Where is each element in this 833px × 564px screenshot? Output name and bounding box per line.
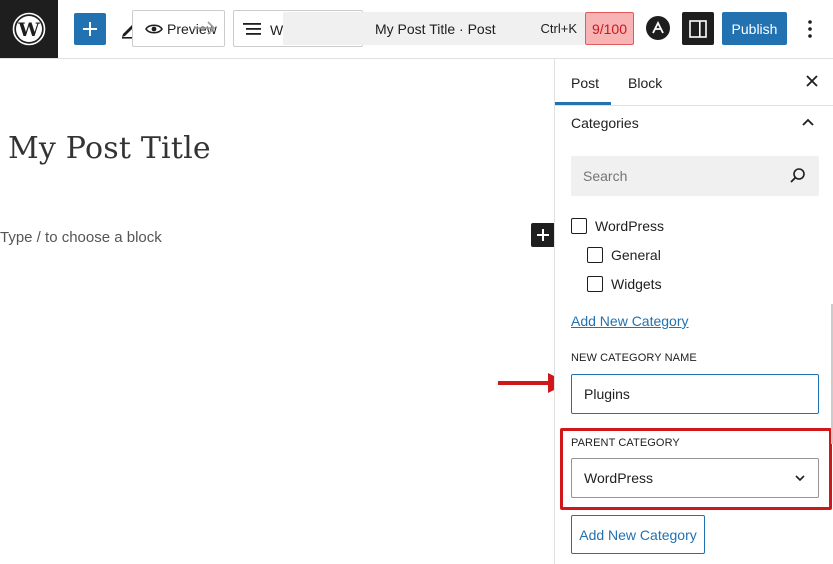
category-label: Widgets (611, 276, 662, 292)
editor-toolbar: W Preview W My Post Title · Post Ctrl+K … (0, 0, 833, 59)
tab-block[interactable]: Block (628, 75, 662, 91)
parent-category-value: WordPress (584, 470, 653, 486)
category-item-general[interactable]: General (587, 247, 661, 263)
list-view-label: W (270, 22, 284, 38)
category-checkbox[interactable] (587, 276, 603, 292)
search-icon (790, 168, 805, 183)
category-label: General (611, 247, 661, 263)
add-new-category-link[interactable]: Add New Category (571, 313, 689, 329)
seo-score-badge[interactable]: 9/100 (585, 12, 634, 45)
eye-icon (145, 23, 163, 34)
category-checkbox[interactable] (571, 218, 587, 234)
new-category-name-label: NEW CATEGORY NAME (571, 352, 697, 364)
category-label: WordPress (595, 218, 664, 234)
list-view-icon (243, 23, 261, 35)
add-new-category-button[interactable]: Add New Category (571, 515, 705, 554)
wordpress-logo-icon[interactable]: W (0, 0, 58, 58)
settings-sidebar-toggle[interactable] (682, 12, 714, 45)
parent-category-select[interactable]: WordPress (571, 458, 819, 498)
chevron-up-icon[interactable] (801, 117, 815, 127)
plus-icon (537, 229, 549, 241)
svg-text:W: W (17, 19, 40, 41)
redo-icon[interactable] (192, 19, 218, 37)
astra-icon[interactable] (646, 16, 670, 40)
publish-button[interactable]: Publish (722, 12, 787, 45)
keyboard-shortcut: Ctrl+K (540, 21, 577, 36)
active-tab-indicator (555, 102, 611, 105)
block-inserter-button[interactable] (74, 13, 106, 45)
new-category-name-input[interactable] (571, 374, 819, 414)
plus-icon (83, 22, 97, 36)
tab-post[interactable]: Post (571, 75, 599, 91)
more-vertical-icon[interactable] (800, 14, 820, 44)
editor-canvas[interactable]: My Post Title Type / to choose a block (0, 59, 568, 559)
chevron-down-icon (795, 475, 805, 482)
category-item-widgets[interactable]: Widgets (587, 276, 662, 292)
category-search (571, 156, 819, 196)
category-search-input[interactable] (571, 156, 781, 196)
category-checkbox[interactable] (587, 247, 603, 263)
sidebar-tabs: Post Block (555, 59, 833, 106)
post-title[interactable]: My Post Title (8, 131, 211, 166)
categories-panel-title[interactable]: Categories (571, 115, 639, 131)
category-item-wordpress[interactable]: WordPress (571, 218, 664, 234)
inline-block-inserter[interactable] (531, 223, 555, 247)
sidebar-icon (689, 19, 707, 38)
parent-category-label: PARENT CATEGORY (571, 437, 680, 449)
block-editor: W Preview W My Post Title · Post Ctrl+K … (0, 0, 833, 564)
settings-sidebar: Post Block Categories WordPress General (554, 59, 833, 564)
command-palette-bar[interactable]: My Post Title · Post Ctrl+K (283, 12, 585, 45)
close-icon[interactable] (804, 73, 820, 89)
block-placeholder[interactable]: Type / to choose a block (0, 229, 162, 246)
document-title: My Post Title · Post (375, 21, 496, 37)
